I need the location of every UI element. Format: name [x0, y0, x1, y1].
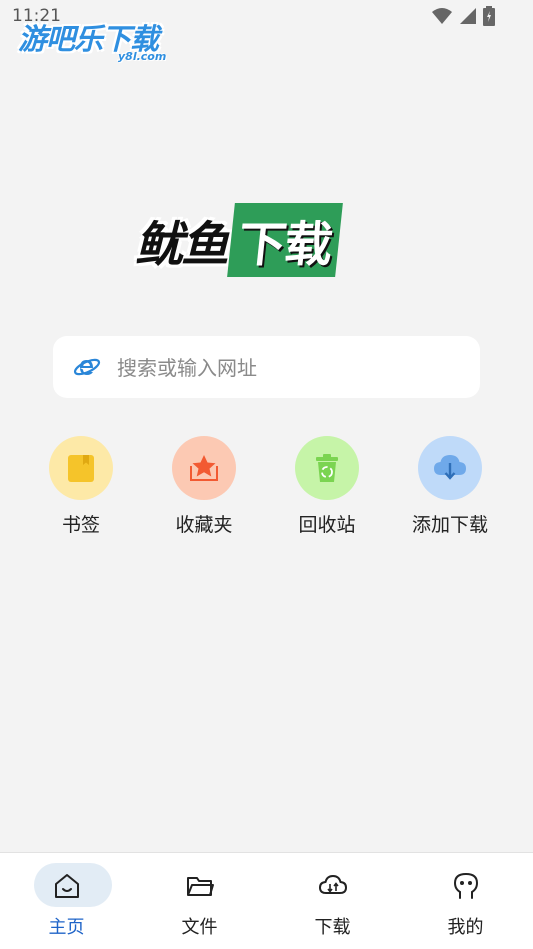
shortcut-bookmarks[interactable]: 书签: [26, 436, 136, 537]
shortcut-grid: 书签 收藏夹 回收站 添加下载: [0, 436, 533, 546]
watermark-logo: 游吧乐下载 y8l.com: [18, 16, 166, 63]
nav-label: 我的: [447, 917, 484, 938]
nav-profile[interactable]: 我的: [399, 853, 532, 949]
signal-icon: [460, 8, 476, 24]
shortcut-recycle-bin[interactable]: 回收站: [272, 436, 382, 537]
nav-label: 主页: [48, 917, 85, 938]
shortcut-label: 收藏夹: [175, 514, 233, 536]
search-bar[interactable]: [53, 336, 480, 398]
logo-text-green: 下载: [227, 203, 343, 277]
shortcut-label: 回收站: [298, 514, 356, 536]
shortcut-favorites[interactable]: 收藏夹: [149, 436, 259, 537]
app-logo: 鱿鱼 下载: [135, 203, 343, 277]
wifi-icon: [432, 8, 452, 24]
cloud-download-icon: [418, 436, 482, 500]
cloud-transfer-icon: [318, 874, 347, 894]
bookmark-icon: [49, 436, 113, 500]
nav-downloads[interactable]: 下载: [266, 853, 399, 949]
nav-label: 下载: [314, 917, 351, 938]
nav-files[interactable]: 文件: [133, 853, 266, 949]
nav-home[interactable]: 主页: [0, 853, 133, 949]
star-favorites-icon: [172, 436, 236, 500]
logo-text-black: 鱿鱼: [135, 217, 229, 273]
watermark-url: y8l.com: [118, 50, 167, 63]
recycle-bin-icon: [295, 436, 359, 500]
nav-label: 文件: [181, 917, 218, 938]
shortcut-label: 添加下载: [411, 514, 488, 536]
bottom-navigation: 主页 文件 下载 我的: [0, 852, 533, 949]
search-input[interactable]: [115, 349, 459, 387]
browser-e-icon: [73, 358, 101, 376]
status-icons: [431, 6, 495, 26]
profile-face-icon: [453, 872, 478, 899]
home-icon: [54, 874, 79, 898]
battery-icon: [483, 6, 495, 26]
shortcut-add-download[interactable]: 添加下载: [395, 436, 505, 537]
shortcut-label: 书签: [61, 514, 100, 536]
folder-icon: [186, 877, 214, 896]
